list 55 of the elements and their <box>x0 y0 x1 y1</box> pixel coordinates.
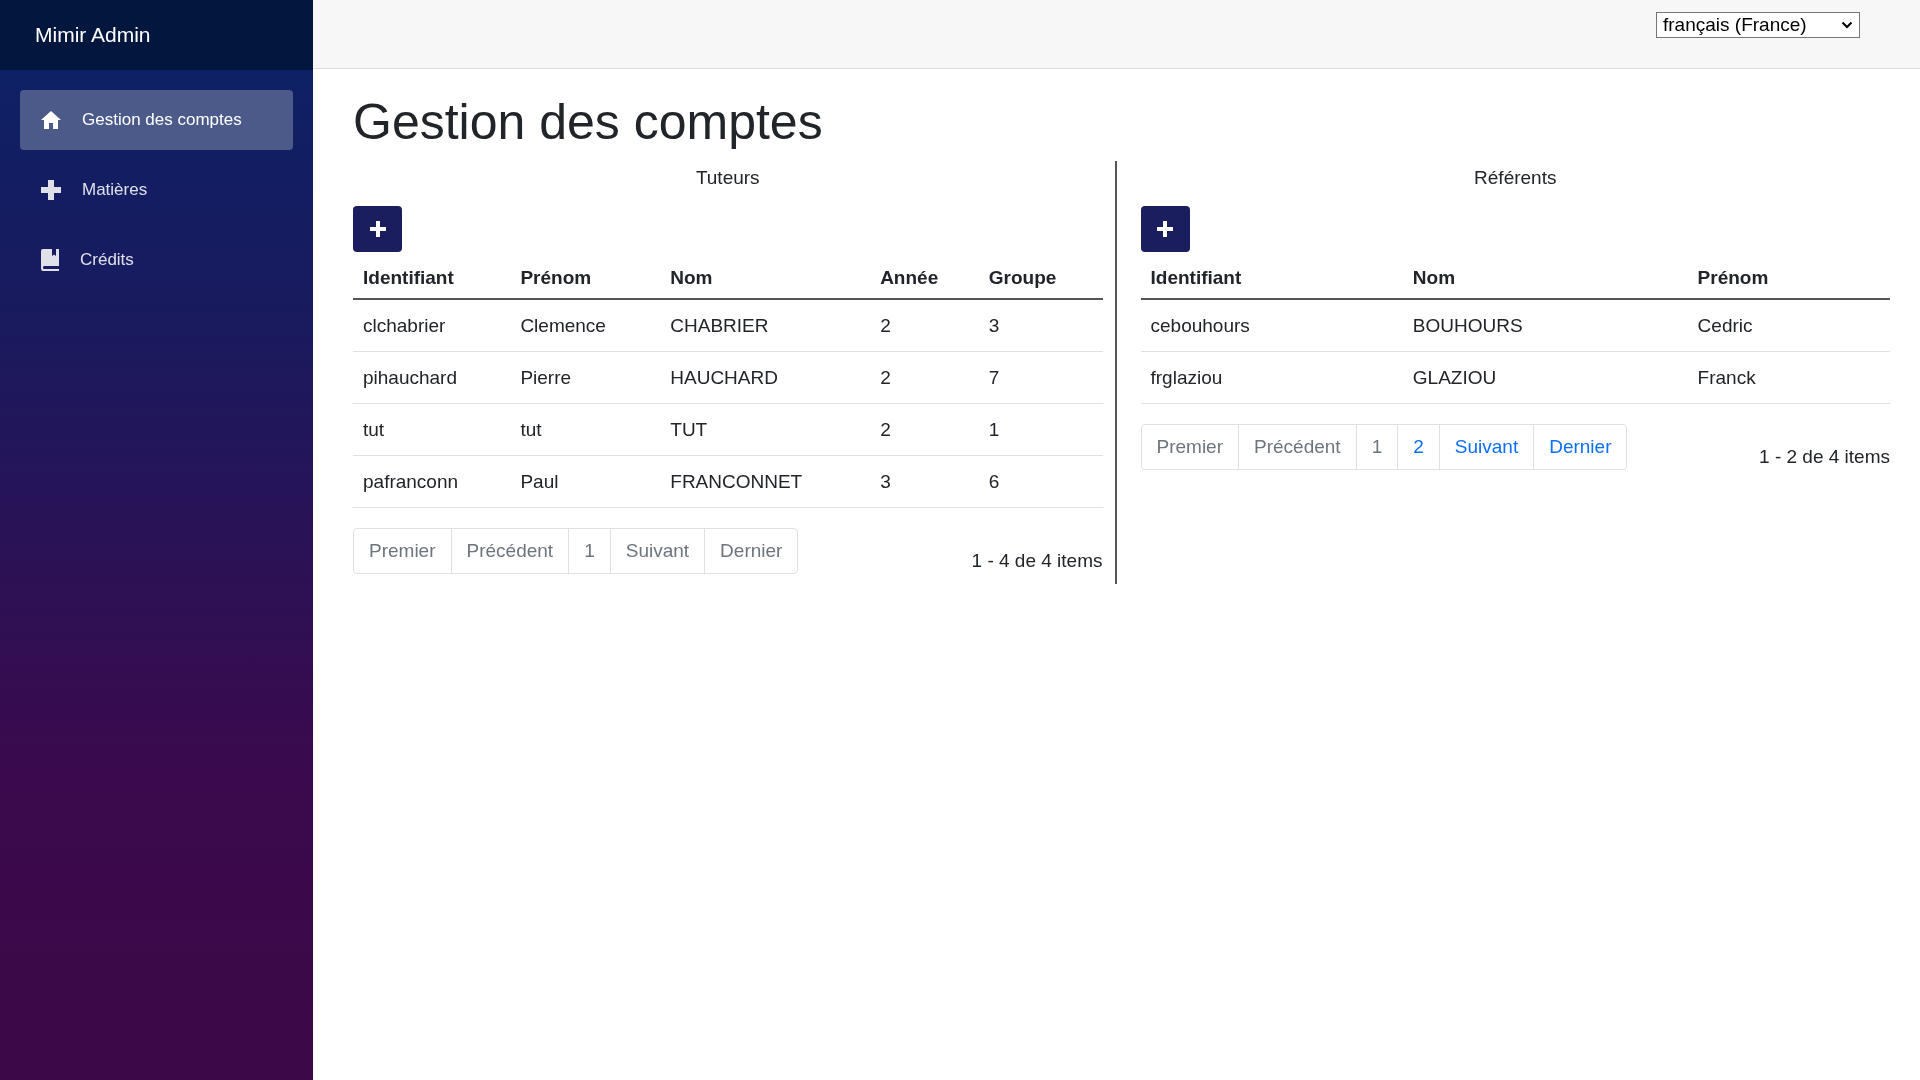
plus-icon <box>1156 220 1174 238</box>
table-cell: Pierre <box>510 351 661 404</box>
table-cell: Cedric <box>1687 299 1890 352</box>
table-cell: FRANCONNET <box>660 455 871 508</box>
table-cell: clchabrier <box>353 299 511 352</box>
add-button[interactable] <box>353 206 402 252</box>
page-link[interactable]: 2 <box>1397 425 1439 469</box>
nav-item[interactable]: Gestion des comptes <box>20 90 293 150</box>
pagination-summary: 1 - 4 de 4 items <box>971 550 1103 572</box>
column-header: Année <box>870 258 979 299</box>
panel-title: Tuteurs <box>694 166 761 190</box>
brand-title: Mimir Admin <box>35 23 151 47</box>
table-cell: 3 <box>978 299 1103 352</box>
table-cell: tut <box>510 403 661 456</box>
column-header: Nom <box>1402 258 1688 299</box>
plus-icon <box>368 220 387 238</box>
add-button[interactable] <box>1140 206 1190 252</box>
column-header: Identifiant <box>1140 258 1403 299</box>
table-cell: pafranconn <box>353 455 511 508</box>
panel-title: Référents <box>1473 166 1558 190</box>
nav-item[interactable]: Matières <box>20 160 293 220</box>
page-title: Gestion des comptes <box>353 93 824 151</box>
plus-icon <box>40 179 62 201</box>
nav-item[interactable]: Crédits <box>20 230 293 290</box>
table-cell: BOUHOURS <box>1402 299 1688 352</box>
table-cell: Franck <box>1687 351 1890 404</box>
column-header: Prénom <box>1687 258 1890 299</box>
table-cell: 1 <box>978 403 1103 456</box>
home-icon <box>40 110 62 130</box>
table-cell: TUT <box>660 403 871 456</box>
table-cell: frglaziou <box>1140 351 1403 404</box>
column-header: Prénom <box>510 258 661 299</box>
page-link[interactable]: Suivant <box>1438 425 1534 469</box>
language-select[interactable]: français (France) <box>1656 12 1860 38</box>
table-cell: Clemence <box>510 299 661 352</box>
page-link[interactable]: Dernier <box>1533 425 1627 469</box>
table-cell: GLAZIOU <box>1402 351 1688 404</box>
table-cell: cebouhours <box>1140 299 1403 352</box>
column-header: Groupe <box>978 258 1103 299</box>
table-cell: 2 <box>870 299 979 352</box>
pagination-summary: 1 - 2 de 4 items <box>1759 446 1890 468</box>
table-cell: pihauchard <box>353 351 511 404</box>
table-cell: Paul <box>510 455 661 508</box>
table-cell: 2 <box>870 403 979 456</box>
table-cell: 2 <box>870 351 979 404</box>
table-cell: 6 <box>978 455 1103 508</box>
table-cell: CHABRIER <box>660 299 871 352</box>
table-cell: tut <box>353 403 511 456</box>
table-cell: 7 <box>978 351 1103 404</box>
table-cell: HAUCHARD <box>660 351 871 404</box>
column-header: Identifiant <box>353 258 511 299</box>
column-header: Nom <box>660 258 871 299</box>
chevron-down-icon <box>1841 21 1853 29</box>
book-icon <box>40 249 60 271</box>
table-cell: 3 <box>870 455 979 508</box>
